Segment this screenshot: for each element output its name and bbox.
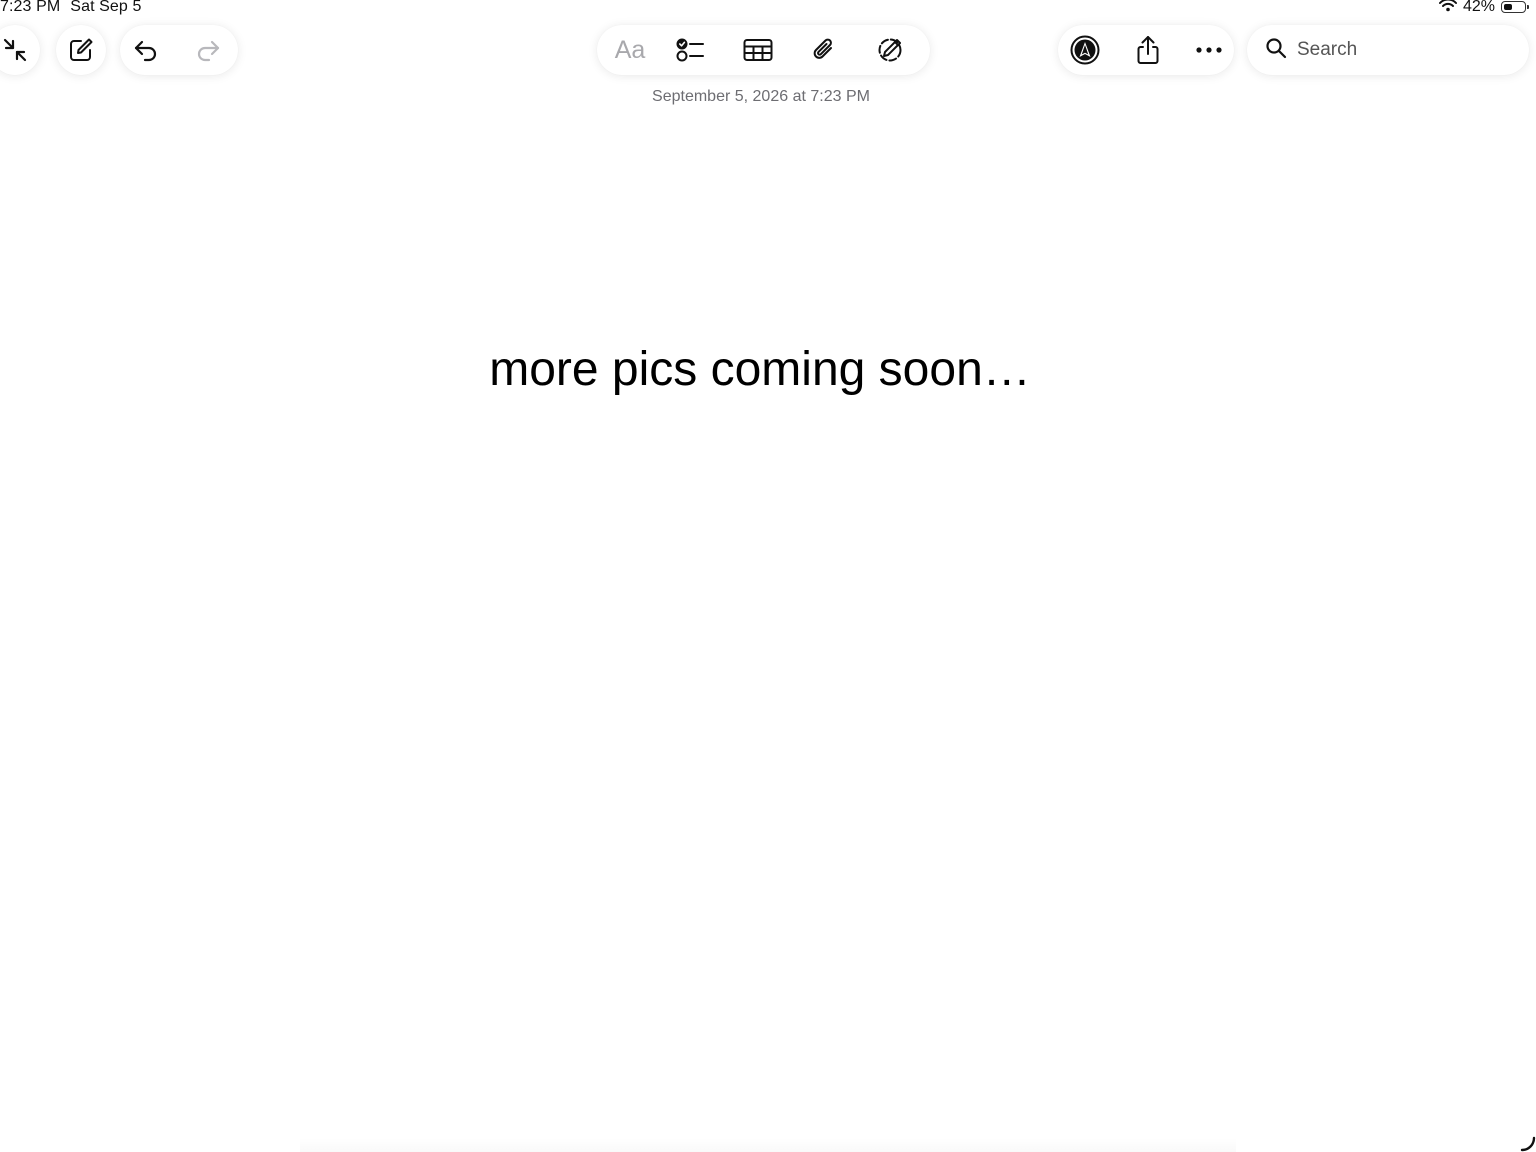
bottom-shade (300, 1138, 1236, 1152)
markup-pen-icon (875, 35, 905, 65)
compose-button-pill (56, 25, 106, 75)
actions-toolbar (1058, 25, 1234, 75)
search-icon (1265, 37, 1287, 64)
format-label: Aa (614, 35, 646, 64)
battery-cap (1527, 5, 1529, 9)
navigator-button[interactable] (1059, 25, 1111, 75)
status-bar-left: 7:23 PM Sat Sep 5 (0, 0, 151, 16)
resize-corner-icon[interactable] (1518, 1134, 1536, 1152)
table-button[interactable] (724, 25, 792, 75)
checklist-icon (676, 36, 706, 64)
battery-fill (1504, 4, 1512, 10)
undo-redo-pill (120, 25, 238, 75)
collapse-arrows-icon (1, 36, 29, 64)
format-button[interactable]: Aa (602, 25, 658, 75)
status-bar-right: 42% (1438, 0, 1529, 17)
format-toolbar: Aa (597, 25, 930, 75)
paperclip-icon (810, 36, 838, 64)
battery-percent: 42% (1462, 0, 1495, 15)
share-icon (1134, 34, 1162, 66)
notes-app-screen: 7:23 PM Sat Sep 5 42% Aa Search Septembe… (0, 0, 1536, 1152)
more-button[interactable] (1185, 25, 1233, 75)
note-body-text[interactable]: more pics coming soon… (0, 342, 1520, 397)
status-date: Sat Sep 5 (70, 0, 142, 15)
checklist-button[interactable] (658, 25, 724, 75)
more-ellipsis-icon (1195, 46, 1223, 54)
share-button[interactable] (1111, 25, 1185, 75)
compose-icon (67, 36, 95, 64)
redo-button[interactable] (183, 25, 233, 75)
undo-button[interactable] (121, 25, 171, 75)
collapse-button-pill (0, 25, 40, 75)
wifi-icon (1438, 0, 1457, 17)
undo-icon (132, 36, 160, 64)
search-field (1247, 25, 1536, 75)
attachment-button[interactable] (792, 25, 856, 75)
collapse-button[interactable] (0, 25, 40, 75)
markup-button[interactable] (856, 25, 924, 75)
battery-icon (1501, 1, 1529, 13)
compose-button[interactable] (56, 25, 106, 75)
navigator-icon (1070, 35, 1100, 65)
table-icon (743, 37, 773, 63)
note-date-stamp: September 5, 2026 at 7:23 PM (652, 88, 870, 105)
redo-icon (194, 36, 222, 64)
status-time: 7:23 PM (0, 0, 61, 15)
search-input[interactable] (1297, 39, 1536, 61)
